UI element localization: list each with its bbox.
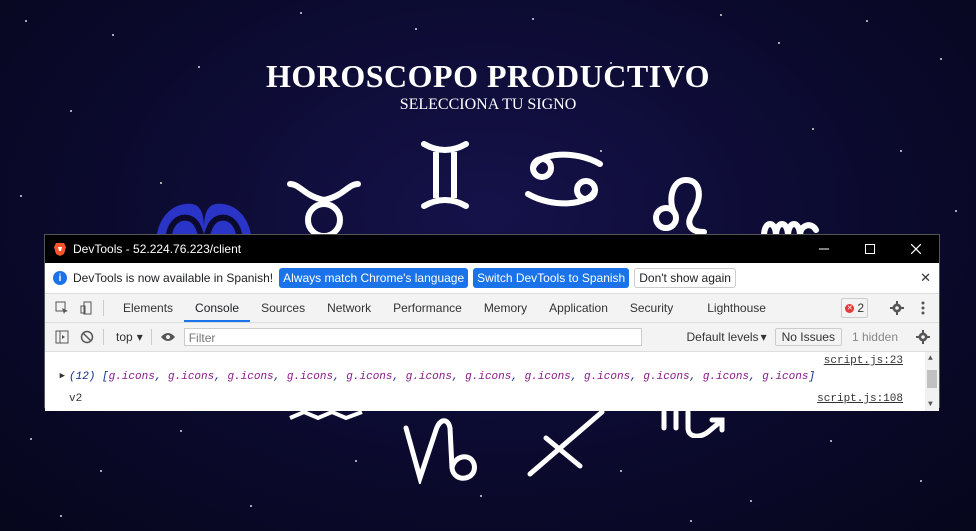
scroll-thumb[interactable]: [927, 370, 937, 388]
log-source-link-2[interactable]: script.js:108: [817, 393, 903, 405]
minimize-button[interactable]: [801, 235, 847, 263]
maximize-button[interactable]: [847, 235, 893, 263]
brave-icon: [54, 243, 66, 256]
language-infobar: i DevTools is now available in Spanish! …: [45, 263, 939, 294]
page-subtitle: SELECCIONA TU SIGNO: [399, 96, 577, 113]
tab-lighthouse[interactable]: Lighthouse: [696, 294, 777, 322]
cancer-icon[interactable]: [524, 148, 604, 210]
devtools-titlebar: DevTools - 52.224.76.223/client: [45, 235, 939, 263]
inspect-element-icon[interactable]: [54, 300, 70, 316]
scroll-down-icon[interactable]: ▼: [928, 400, 933, 409]
gemini-icon[interactable]: [420, 138, 470, 212]
error-count-badge[interactable]: ✕ 2: [841, 298, 868, 318]
error-icon: ✕: [845, 303, 855, 313]
devtools-title: DevTools - 52.224.76.223/client: [73, 242, 242, 256]
devtools-window: DevTools - 52.224.76.223/client i DevToo…: [44, 234, 940, 411]
error-count: 2: [857, 301, 864, 315]
tab-application[interactable]: Application: [538, 294, 619, 322]
tab-console[interactable]: Console: [184, 294, 251, 322]
aquarius-icon[interactable]: [286, 408, 366, 428]
tab-security[interactable]: Security: [619, 294, 684, 322]
tab-sources[interactable]: Sources: [250, 294, 316, 322]
close-window-button[interactable]: [893, 235, 939, 263]
console-filterbar: top ▾ Filter Default levels ▾ No Issues …: [45, 323, 939, 352]
array-preview: (12) [g.icons, g.icons, g.icons, g.icons…: [69, 371, 816, 383]
console-settings-gear-icon[interactable]: [915, 329, 931, 345]
scroll-up-icon[interactable]: ▲: [928, 354, 933, 363]
switch-spanish-button[interactable]: Switch DevTools to Spanish: [473, 268, 630, 288]
tab-elements[interactable]: Elements: [112, 294, 184, 322]
taurus-icon[interactable]: [286, 178, 362, 238]
leo-icon[interactable]: [650, 174, 710, 238]
log-source-link[interactable]: script.js:23: [824, 355, 903, 367]
console-output: script.js:23 ▶ (12) [g.icons, g.icons, g…: [45, 352, 939, 411]
sidebar-toggle-icon[interactable]: [54, 329, 70, 345]
infobar-message: DevTools is now available in Spanish!: [73, 271, 274, 285]
devtools-tabbar: Elements Console Sources Network Perform…: [45, 294, 939, 323]
device-toolbar-icon[interactable]: [79, 300, 95, 316]
hidden-count: 1 hidden: [851, 330, 898, 344]
eye-icon[interactable]: [160, 329, 176, 345]
context-selector[interactable]: top: [116, 330, 133, 344]
info-icon: i: [53, 271, 67, 285]
default-levels-dropdown[interactable]: Default levels: [687, 330, 759, 344]
expand-arrow-icon[interactable]: ▶: [45, 371, 65, 381]
sagittarius-icon[interactable]: [526, 408, 606, 478]
dont-show-again-button[interactable]: Don't show again: [634, 268, 736, 288]
console-scrollbar[interactable]: ▲ ▼: [925, 352, 939, 411]
page-title: HOROSCOPO PRODUCTIVO: [265, 58, 711, 94]
close-icon[interactable]: ✕: [920, 270, 931, 286]
log-array-row[interactable]: ▶ (12) [g.icons, g.icons, g.icons, g.ico…: [60, 371, 921, 383]
tab-network[interactable]: Network: [316, 294, 382, 322]
clear-console-icon[interactable]: [79, 329, 95, 345]
levels-chevron-icon: ▾: [760, 330, 767, 344]
filter-input[interactable]: Filter: [183, 328, 642, 346]
tab-performance[interactable]: Performance: [382, 294, 473, 322]
no-issues-button[interactable]: No Issues: [774, 328, 842, 346]
settings-gear-icon[interactable]: [889, 300, 905, 316]
match-language-button[interactable]: Always match Chrome's language: [279, 268, 469, 288]
log-source-row-2: script.js:108: [45, 393, 921, 407]
more-options-icon[interactable]: [915, 300, 931, 316]
log-source-row: script.js:23: [45, 355, 921, 369]
scorpio-icon[interactable]: [660, 408, 730, 438]
virgo-icon[interactable]: [760, 216, 820, 236]
chevron-down-icon: ▾: [136, 330, 143, 344]
capricorn-icon[interactable]: [402, 408, 482, 484]
tab-memory[interactable]: Memory: [473, 294, 538, 322]
